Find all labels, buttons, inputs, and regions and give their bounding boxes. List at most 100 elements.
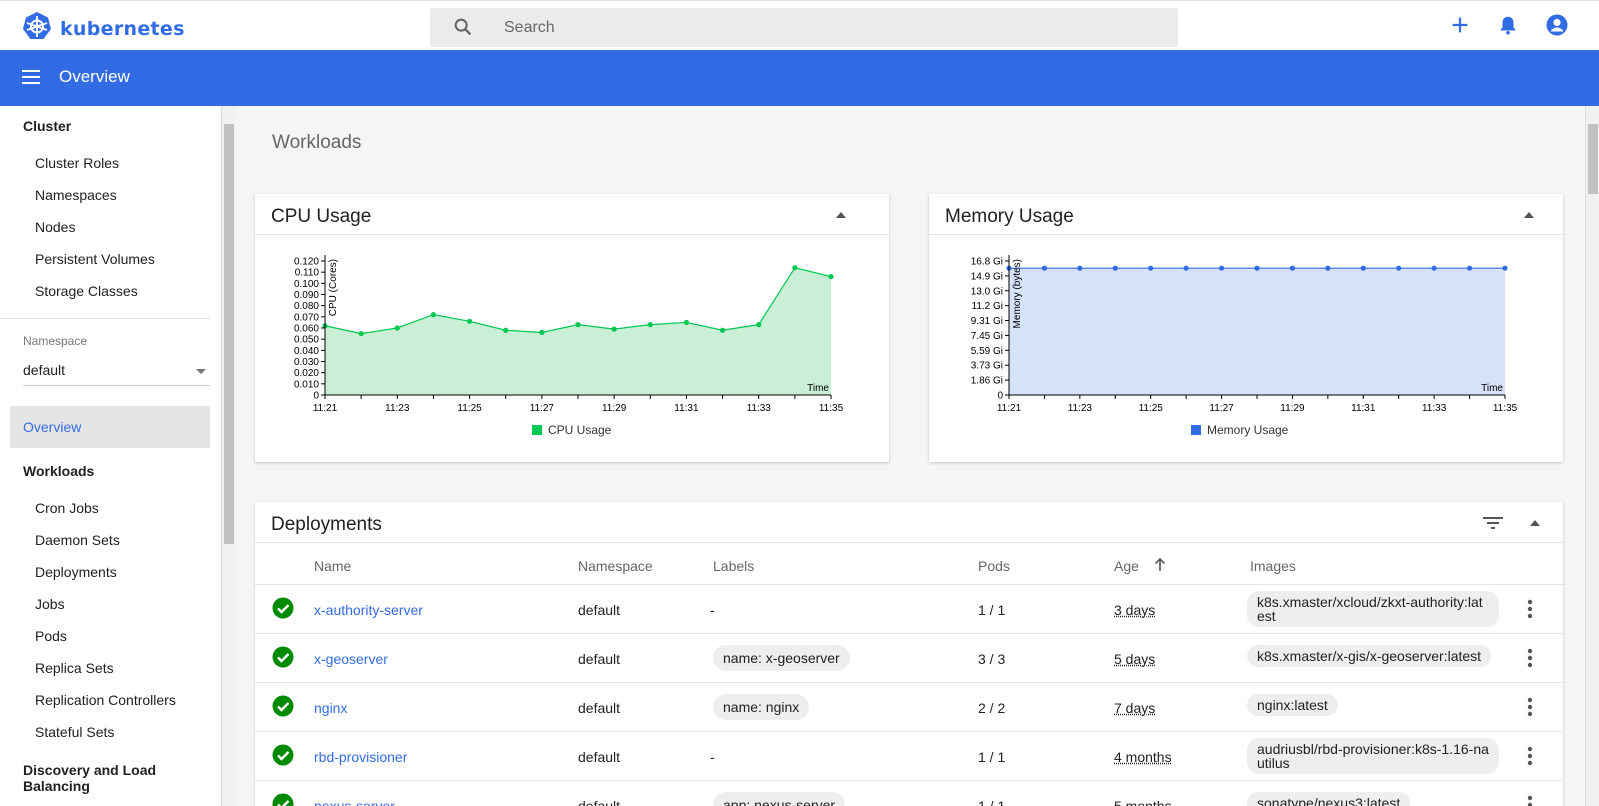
- more-vert-icon[interactable]: [1527, 795, 1533, 806]
- sidebar-item-cron-jobs[interactable]: Cron Jobs: [35, 500, 99, 516]
- more-vert-icon[interactable]: [1527, 697, 1533, 722]
- deployment-name-link[interactable]: rbd-provisioner: [314, 749, 407, 765]
- y-tick-label: 0.030: [294, 357, 319, 368]
- main-scrollbar[interactable]: [1585, 106, 1599, 806]
- x-tick-label: 11:23: [1068, 403, 1093, 414]
- table-row[interactable]: nginx default name: nginx 2 / 2 7 days n…: [255, 682, 1563, 731]
- top-actions: [1449, 13, 1569, 42]
- table-row[interactable]: x-authority-server default - 1 / 1 3 day…: [255, 584, 1563, 633]
- age-cell: 4 months: [1114, 749, 1172, 765]
- memory-legend: Memory Usage: [1191, 423, 1288, 437]
- age-cell: 5 days: [1114, 651, 1156, 667]
- menu-icon[interactable]: [22, 69, 40, 90]
- x-tick-label: 11:23: [385, 403, 410, 414]
- sidebar-item-cluster-roles[interactable]: Cluster Roles: [35, 155, 119, 171]
- deployment-name-link[interactable]: x-geoserver: [314, 651, 388, 667]
- sidebar-item-namespaces[interactable]: Namespaces: [35, 187, 117, 203]
- plus-icon[interactable]: [1449, 14, 1471, 41]
- x-tick-label: 11:25: [1139, 403, 1164, 414]
- sidebar-scroll-thumb[interactable]: [224, 124, 234, 544]
- label-chip: app: nexus-server: [713, 792, 846, 806]
- y-tick-label: 14.9 Gi: [971, 271, 1003, 282]
- sidebar-item-storage-classes[interactable]: Storage Classes: [35, 283, 138, 299]
- data-point: [466, 318, 473, 324]
- top-bar: kubernetes: [0, 0, 1599, 50]
- sidebar-item-pods[interactable]: Pods: [35, 628, 67, 644]
- column-header-namespace[interactable]: Namespace: [578, 558, 653, 574]
- x-tick-label: 11:29: [1280, 403, 1305, 414]
- age-cell: 5 months: [1114, 798, 1172, 806]
- data-point: [611, 326, 617, 332]
- section-title-workloads: Workloads: [272, 132, 362, 153]
- y-axis-label: Memory (bytes): [1012, 259, 1023, 328]
- search-input[interactable]: [504, 16, 1144, 40]
- search-icon[interactable]: [452, 16, 474, 43]
- legend-label: Memory Usage: [1207, 423, 1289, 437]
- x-tick-label: 11:29: [602, 403, 627, 414]
- sidebar-scrollbar[interactable]: [221, 106, 235, 806]
- data-point: [539, 329, 545, 336]
- x-tick-label: 11:33: [1422, 403, 1447, 414]
- image-chip: k8s.xmaster/xcloud/zkxt-authority:latest: [1247, 591, 1499, 627]
- namespace-select[interactable]: default: [23, 356, 210, 386]
- sidebar-item-nodes[interactable]: Nodes: [35, 219, 75, 235]
- bell-icon[interactable]: [1497, 14, 1519, 41]
- sidebar-item-replica-sets[interactable]: Replica Sets: [35, 660, 114, 676]
- search-bar[interactable]: [430, 8, 1178, 47]
- sidebar-item-jobs[interactable]: Jobs: [35, 596, 65, 612]
- more-vert-icon[interactable]: [1527, 746, 1533, 771]
- status-ok-icon: [272, 793, 294, 806]
- y-tick-label: 0.070: [294, 312, 319, 323]
- y-tick-label: 0.120: [294, 257, 319, 268]
- data-point: [1396, 265, 1402, 271]
- sidebar-item-overview[interactable]: Overview: [10, 406, 210, 448]
- data-point: [828, 274, 834, 280]
- deployment-name-link[interactable]: nginx: [314, 700, 347, 716]
- y-tick-label: 0.080: [294, 301, 319, 312]
- y-tick-label: 5.59 Gi: [971, 346, 1003, 357]
- column-header-name[interactable]: Name: [314, 558, 351, 574]
- collapse-icon[interactable]: [836, 212, 846, 218]
- sidebar-item-replication-controllers[interactable]: Replication Controllers: [35, 692, 176, 708]
- status-ok-icon: [272, 646, 294, 673]
- table-row[interactable]: x-geoserver default name: x-geoserver 3 …: [255, 633, 1563, 682]
- age-cell: 3 days: [1114, 602, 1156, 618]
- column-header-pods: Pods: [978, 558, 1010, 574]
- more-vert-icon[interactable]: [1527, 599, 1533, 624]
- pods-cell: 3 / 3: [978, 651, 1006, 667]
- account-icon[interactable]: [1545, 13, 1569, 42]
- more-vert-icon[interactable]: [1527, 648, 1533, 673]
- image-chip: nginx:latest: [1247, 694, 1338, 716]
- deployment-name-link[interactable]: nexus-server: [314, 798, 395, 806]
- collapse-icon[interactable]: [1524, 212, 1534, 218]
- sidebar-header-workloads[interactable]: Workloads: [23, 463, 94, 479]
- collapse-icon[interactable]: [1530, 520, 1540, 526]
- y-tick-label: 9.31 Gi: [971, 316, 1003, 327]
- sidebar-item-deployments[interactable]: Deployments: [35, 564, 117, 580]
- x-tick-label: 11:31: [674, 403, 699, 414]
- pods-cell: 2 / 2: [978, 700, 1006, 716]
- filter-icon[interactable]: [1483, 515, 1503, 536]
- x-tick-label: 11:31: [1351, 403, 1376, 414]
- sidebar-header-discovery[interactable]: Discovery and Load Balancing: [23, 762, 220, 794]
- sidebar-header-cluster[interactable]: Cluster: [23, 118, 71, 134]
- data-point: [1502, 265, 1508, 271]
- sidebar-item-persistent-volumes[interactable]: Persistent Volumes: [35, 251, 155, 267]
- data-point: [1289, 265, 1296, 271]
- table-row[interactable]: nexus-server default app: nexus-server 1…: [255, 780, 1563, 806]
- y-tick-label: 1.86 Gi: [971, 376, 1003, 387]
- brand-name: kubernetes: [60, 17, 185, 40]
- column-header-age[interactable]: Age: [1114, 558, 1139, 574]
- sidebar-item-daemon-sets[interactable]: Daemon Sets: [35, 532, 120, 548]
- table-row[interactable]: rbd-provisioner default - 1 / 1 4 months…: [255, 731, 1563, 780]
- deployment-name-link[interactable]: x-authority-server: [314, 602, 423, 618]
- sidebar-item-stateful-sets[interactable]: Stateful Sets: [35, 724, 114, 740]
- data-point: [792, 265, 798, 271]
- y-tick-label: 0.020: [294, 368, 319, 379]
- main-scroll-thumb[interactable]: [1588, 124, 1598, 194]
- pods-cell: 1 / 1: [978, 798, 1006, 806]
- sort-ascending-icon[interactable]: [1154, 557, 1166, 577]
- memory-usage-card: Memory Usage 0 1.86 Gi 3.73 Gi 5.59 Gi 7.45 …: [929, 194, 1563, 462]
- y-tick-label: 0: [997, 391, 1003, 402]
- logo[interactable]: kubernetes: [22, 11, 185, 46]
